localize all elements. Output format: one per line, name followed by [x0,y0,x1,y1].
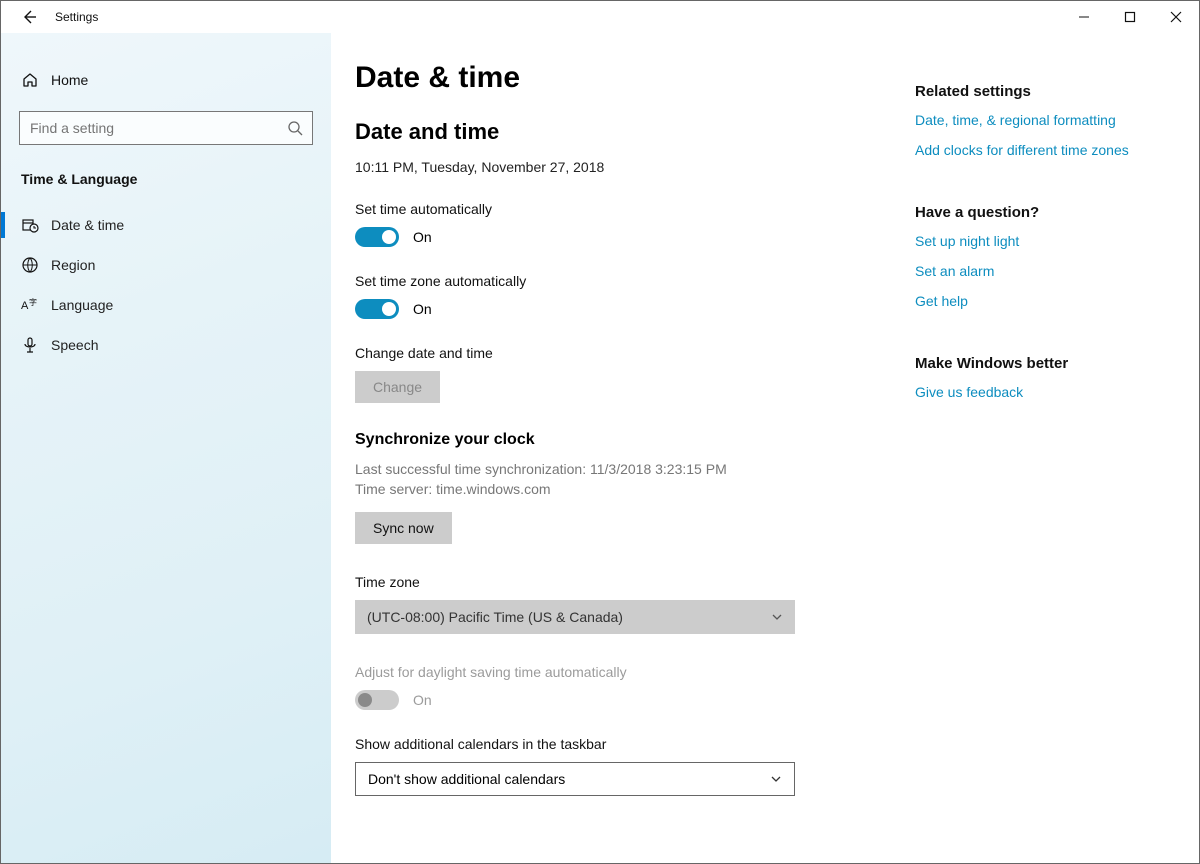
close-icon [1170,11,1182,23]
sidebar-item-language[interactable]: A字 Language [1,285,331,325]
window-title: Settings [55,10,98,24]
sidebar-home-label: Home [51,72,88,88]
question-heading: Have a question? [915,204,1179,221]
additional-calendars-value: Don't show additional calendars [368,771,565,787]
language-icon: A字 [21,296,51,314]
back-button[interactable] [21,9,55,25]
calendar-clock-icon [21,216,51,234]
chevron-down-icon [771,611,783,623]
globe-icon [21,256,51,274]
svg-text:A: A [21,300,29,312]
dst-toggle [355,690,399,710]
right-column: Related settings Date, time, & regional … [915,33,1199,863]
titlebar: Settings [1,1,1199,33]
sync-server-text: Time server: time.windows.com [355,479,915,499]
close-button[interactable] [1153,1,1199,33]
sidebar-home[interactable]: Home [1,63,331,97]
sidebar-section-label: Time & Language [1,165,331,205]
toggle-state: On [413,229,432,245]
set-time-auto-label: Set time automatically [355,201,915,217]
search-icon [287,120,303,136]
page-title: Date & time [355,61,915,95]
additional-calendars-dropdown[interactable]: Don't show additional calendars [355,762,795,796]
set-timezone-auto-toggle[interactable] [355,299,399,319]
timezone-dropdown: (UTC-08:00) Pacific Time (US & Canada) [355,600,795,634]
sync-last-text: Last successful time synchronization: 11… [355,459,915,479]
link-give-feedback[interactable]: Give us feedback [915,384,1179,400]
sidebar: Home Time & Language Date & time Region [1,33,331,863]
chevron-down-icon [770,773,782,785]
link-get-help[interactable]: Get help [915,293,1179,309]
timezone-label: Time zone [355,574,915,590]
minimize-icon [1078,11,1090,23]
sidebar-item-date-time[interactable]: Date & time [1,205,331,245]
feedback-heading: Make Windows better [915,355,1179,372]
toggle-state: On [413,692,432,708]
maximize-button[interactable] [1107,1,1153,33]
arrow-left-icon [21,9,37,25]
link-regional-formatting[interactable]: Date, time, & regional formatting [915,112,1179,128]
search-input[interactable] [19,111,313,145]
sidebar-item-label: Language [51,297,113,313]
link-add-clocks[interactable]: Add clocks for different time zones [915,142,1179,158]
toggle-state: On [413,301,432,317]
home-icon [21,71,51,89]
sync-heading: Synchronize your clock [355,431,915,449]
related-settings-heading: Related settings [915,83,1179,100]
minimize-button[interactable] [1061,1,1107,33]
window-controls [1061,1,1199,33]
link-night-light[interactable]: Set up night light [915,233,1179,249]
sidebar-item-label: Date & time [51,217,124,233]
sidebar-item-speech[interactable]: Speech [1,325,331,365]
sync-now-button[interactable]: Sync now [355,512,452,544]
section-heading: Date and time [355,119,915,145]
link-set-alarm[interactable]: Set an alarm [915,263,1179,279]
sidebar-item-label: Region [51,257,95,273]
change-datetime-label: Change date and time [355,345,915,361]
additional-calendars-label: Show additional calendars in the taskbar [355,736,915,752]
set-timezone-auto-label: Set time zone automatically [355,273,915,289]
sidebar-item-label: Speech [51,337,98,353]
content-area: Date & time Date and time 10:11 PM, Tues… [331,33,915,863]
microphone-icon [21,336,51,354]
dst-label: Adjust for daylight saving time automati… [355,664,915,680]
change-button: Change [355,371,440,403]
current-datetime: 10:11 PM, Tuesday, November 27, 2018 [355,159,915,175]
svg-text:字: 字 [29,297,37,307]
sidebar-item-region[interactable]: Region [1,245,331,285]
timezone-value: (UTC-08:00) Pacific Time (US & Canada) [367,609,623,625]
set-time-auto-toggle[interactable] [355,227,399,247]
maximize-icon [1124,11,1136,23]
